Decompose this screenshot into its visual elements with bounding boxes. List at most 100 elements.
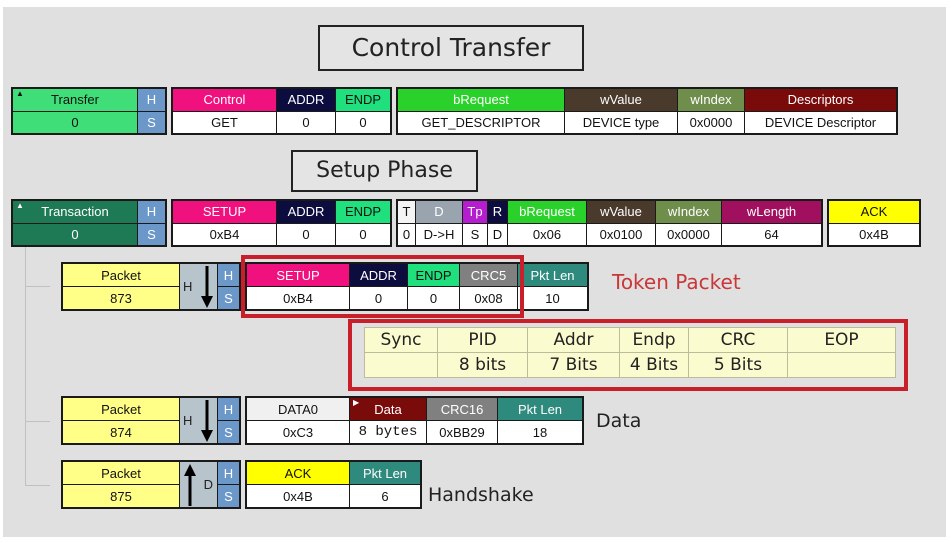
wvalue-header: wValue xyxy=(565,89,677,111)
addr-header: Addr xyxy=(527,327,620,353)
arrow-down-icon xyxy=(201,266,213,308)
direction-label: H xyxy=(183,413,193,428)
ack-header: ACK xyxy=(247,462,349,484)
transaction-label: ▲ Transaction xyxy=(13,201,137,223)
control-transfer-title-text: Control Transfer xyxy=(351,33,551,62)
tree-line-branch xyxy=(25,421,50,422)
packet-873-block[interactable]: Packet H H 873 S xyxy=(61,262,241,311)
crc16-value: 0xBB29 xyxy=(427,421,497,443)
packet-label: Packet xyxy=(63,264,179,286)
descriptors-header: Descriptors xyxy=(745,89,896,111)
t-value: 0 xyxy=(398,223,415,245)
wlength-value: 64 xyxy=(722,223,821,245)
transaction-block[interactable]: ▲ Transaction H 0 S xyxy=(11,199,167,247)
eop-size xyxy=(787,352,896,378)
packet-875-block[interactable]: Packet D H 875 S xyxy=(61,460,241,509)
transfer-block[interactable]: ▲ Transfer H 0 S xyxy=(11,87,167,135)
arrow-down-icon xyxy=(201,400,213,442)
ack-value: 0x4B xyxy=(829,223,919,245)
transaction-value: 0 xyxy=(13,223,137,245)
transaction-label-text: Transaction xyxy=(41,204,109,220)
transaction-s-badge: S xyxy=(138,223,165,245)
transaction-ack: ACK 0x4B xyxy=(827,199,921,247)
packet-874-fields: DATA0 ▶ Data CRC16 Pkt Len 0xC3 8 bytes … xyxy=(245,396,584,445)
windex-value: 0x0000 xyxy=(678,111,744,133)
packet-h-badge: H xyxy=(218,264,239,286)
handshake-annotation: Handshake xyxy=(428,484,534,506)
endp-value: 0 xyxy=(336,223,390,245)
transfer-h-badge: H xyxy=(138,89,165,111)
pkt-len-value: 18 xyxy=(498,421,582,443)
pkt-len-header: Pkt Len xyxy=(518,264,587,286)
packet-number: 875 xyxy=(63,485,179,507)
token-packet-annotation: Token Packet xyxy=(612,270,741,294)
direction-cell: H xyxy=(180,398,217,443)
endp-header: Endp xyxy=(619,327,689,353)
eop-header: EOP xyxy=(787,327,896,353)
data-header[interactable]: ▶ Data xyxy=(350,398,426,420)
data0-header: DATA0 xyxy=(247,398,349,420)
packet-number: 874 xyxy=(63,421,179,443)
token-format-size-row: 8 bits 7 Bits 4 Bits 5 Bits xyxy=(364,352,896,378)
data-value: 8 bytes xyxy=(350,421,426,443)
ack-header: ACK xyxy=(829,201,919,223)
addr-header: ADDR xyxy=(277,89,335,111)
packet-label: Packet xyxy=(63,462,179,484)
control-value: GET xyxy=(173,111,276,133)
arrow-up-icon xyxy=(184,464,196,506)
setup-header: SETUP xyxy=(173,201,276,223)
collapse-triangle-icon[interactable]: ▲ xyxy=(16,202,24,210)
transfer-label-text: Transfer xyxy=(51,92,99,108)
t-header: T xyxy=(398,201,415,223)
crc-size: 5 Bits xyxy=(688,352,788,378)
windex-header: wIndex xyxy=(656,201,721,223)
tp-header: Tp xyxy=(463,201,487,223)
wlength-header: wLength xyxy=(722,201,821,223)
endp-value: 0 xyxy=(336,111,390,133)
control-header: Control xyxy=(173,89,276,111)
token-format-header-row: Sync PID Addr Endp CRC EOP xyxy=(364,327,896,353)
addr-value: 0 xyxy=(277,223,335,245)
collapse-triangle-icon[interactable]: ▲ xyxy=(16,90,24,98)
sync-size xyxy=(364,352,438,378)
pid-size: 8 bits xyxy=(437,352,528,378)
brequest-value: 0x06 xyxy=(508,223,586,245)
packet-h-badge: H xyxy=(218,462,239,484)
d-value: D->H xyxy=(416,223,462,245)
transaction-fields-1: SETUP ADDR ENDP 0xB4 0 0 xyxy=(171,199,392,247)
brequest-header: bRequest xyxy=(398,89,564,111)
windex-value: 0x0000 xyxy=(656,223,721,245)
direction-cell: D xyxy=(180,462,217,507)
pkt-len-header: Pkt Len xyxy=(350,462,420,484)
packet-875-fields: ACK Pkt Len 0x4B 6 xyxy=(245,460,422,509)
data-annotation: Data xyxy=(596,410,642,432)
packet-s-badge: S xyxy=(218,485,239,507)
token-highlight-box xyxy=(241,255,524,318)
transfer-label: ▲ Transfer xyxy=(13,89,137,111)
control-transfer-title: Control Transfer xyxy=(318,25,584,71)
setup-phase-title: Setup Phase xyxy=(291,150,478,192)
pid-header: PID xyxy=(437,327,528,353)
packet-label: Packet xyxy=(63,398,179,420)
endp-header: ENDP xyxy=(336,89,390,111)
brequest-value: GET_DESCRIPTOR xyxy=(398,111,564,133)
packet-s-badge: S xyxy=(218,287,239,309)
r-header: R xyxy=(488,201,507,223)
windex-header: wIndex xyxy=(678,89,744,111)
packet-s-badge: S xyxy=(218,421,239,443)
token-format-table: Sync PID Addr Endp CRC EOP 8 bits 7 Bits… xyxy=(364,327,896,378)
expand-triangle-icon[interactable]: ▶ xyxy=(353,399,359,407)
ack-value: 0x4B xyxy=(247,485,349,507)
r-value: D xyxy=(488,223,507,245)
transfer-fields-2: bRequest wValue wIndex Descriptors GET_D… xyxy=(396,87,898,135)
pkt-len-value: 6 xyxy=(350,485,420,507)
sync-header: Sync xyxy=(364,327,438,353)
setup-phase-title-text: Setup Phase xyxy=(316,158,453,183)
transfer-fields-1: Control ADDR ENDP GET 0 0 xyxy=(171,87,392,135)
data-header-text: Data xyxy=(374,401,402,417)
packet-874-block[interactable]: Packet H H 874 S xyxy=(61,396,241,445)
direction-label: H xyxy=(183,279,193,294)
tree-line-branch xyxy=(25,485,50,486)
brequest-header: bRequest xyxy=(508,201,586,223)
crc16-header: CRC16 xyxy=(427,398,497,420)
